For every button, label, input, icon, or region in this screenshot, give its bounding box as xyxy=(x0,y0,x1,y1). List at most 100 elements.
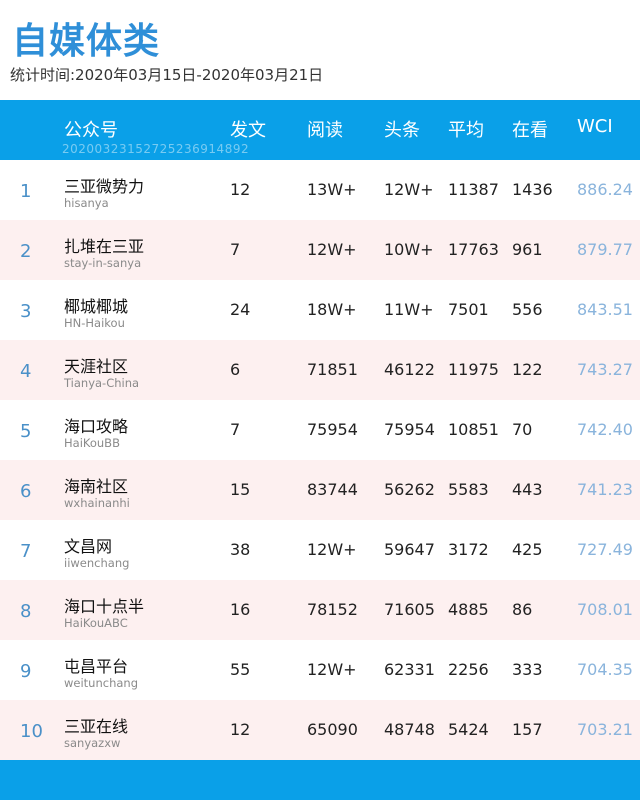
table-row: 9 屯昌平台 weitunchang 55 12W+ 62331 2256 33… xyxy=(0,640,640,700)
reads-cell: 12W+ xyxy=(307,540,357,559)
headline-cell: 75954 xyxy=(384,420,435,439)
average-cell: 2256 xyxy=(448,660,489,679)
header-average: 平均 xyxy=(448,120,484,141)
headline-cell: 11W+ xyxy=(384,300,434,319)
watching-cell: 122 xyxy=(512,360,543,379)
average-cell: 4885 xyxy=(448,600,489,619)
account-handle: HaiKouABC xyxy=(64,616,128,630)
average-cell: 5583 xyxy=(448,480,489,499)
account-handle: sanyazxw xyxy=(64,736,121,750)
rank-cell: 4 xyxy=(20,361,32,382)
table-row: 10 三亚在线 sanyazxw 12 65090 48748 5424 157… xyxy=(0,700,640,760)
watching-cell: 157 xyxy=(512,720,543,739)
rank-cell: 1 xyxy=(20,181,32,202)
headline-cell: 56262 xyxy=(384,480,435,499)
rank-cell: 5 xyxy=(20,421,32,442)
wci-cell: 704.35 xyxy=(577,660,633,679)
average-cell: 11975 xyxy=(448,360,499,379)
reads-cell: 78152 xyxy=(307,600,358,619)
header-headline: 头条 xyxy=(384,120,420,141)
table-row: 4 天涯社区 Tianya-China 6 71851 46122 11975 … xyxy=(0,340,640,400)
account-name: 扎堆在三亚 xyxy=(64,237,145,256)
posts-cell: 7 xyxy=(230,240,241,259)
account-handle: HaiKouBB xyxy=(64,436,120,450)
account-name: 天涯社区 xyxy=(64,357,129,376)
wci-cell: 727.49 xyxy=(577,540,633,559)
footer-bar xyxy=(0,760,640,800)
rank-cell: 6 xyxy=(20,481,32,502)
account-name: 海口十点半 xyxy=(64,597,145,616)
account-name: 文昌网 xyxy=(64,537,113,556)
header-name: 公众号 xyxy=(64,120,118,141)
headline-cell: 71605 xyxy=(384,600,435,619)
average-cell: 5424 xyxy=(448,720,489,739)
watching-cell: 86 xyxy=(512,600,533,619)
posts-cell: 12 xyxy=(230,720,251,739)
header-posts: 发文 xyxy=(230,120,266,141)
page-title: 自媒体类 xyxy=(12,21,161,62)
account-handle: HN-Haikou xyxy=(64,316,125,330)
header-watching: 在看 xyxy=(512,120,548,141)
watching-cell: 425 xyxy=(512,540,543,559)
header-reads: 阅读 xyxy=(307,120,343,141)
table-row: 2 扎堆在三亚 stay-in-sanya 7 12W+ 10W+ 17763 … xyxy=(0,220,640,280)
average-cell: 11387 xyxy=(448,180,499,199)
table-row: 7 文昌网 iiwenchang 38 12W+ 59647 3172 425 … xyxy=(0,520,640,580)
rank-cell: 8 xyxy=(20,601,32,622)
watching-cell: 333 xyxy=(512,660,543,679)
average-cell: 7501 xyxy=(448,300,489,319)
wci-cell: 742.40 xyxy=(577,420,633,439)
reads-cell: 83744 xyxy=(307,480,358,499)
headline-cell: 59647 xyxy=(384,540,435,559)
wci-cell: 843.51 xyxy=(577,300,633,319)
average-cell: 17763 xyxy=(448,240,499,259)
rank-cell: 7 xyxy=(20,541,32,562)
average-cell: 3172 xyxy=(448,540,489,559)
account-name: 三亚微势力 xyxy=(64,177,145,196)
date-range: 统计时间:2020年03月15日-2020年03月21日 xyxy=(10,66,324,84)
posts-cell: 15 xyxy=(230,480,251,499)
reads-cell: 12W+ xyxy=(307,660,357,679)
watching-cell: 556 xyxy=(512,300,543,319)
table-header: 公众号 发文 阅读 头条 平均 在看 WCI 20200323152725236… xyxy=(0,100,640,160)
reads-cell: 12W+ xyxy=(307,240,357,259)
headline-cell: 46122 xyxy=(384,360,435,379)
wci-cell: 703.21 xyxy=(577,720,633,739)
wci-cell: 886.24 xyxy=(577,180,633,199)
posts-cell: 16 xyxy=(230,600,251,619)
account-handle: hisanya xyxy=(64,196,109,210)
watching-cell: 961 xyxy=(512,240,543,259)
posts-cell: 7 xyxy=(230,420,241,439)
table-row: 5 海口攻略 HaiKouBB 7 75954 75954 10851 70 7… xyxy=(0,400,640,460)
table-row: 1 三亚微势力 hisanya 12 13W+ 12W+ 11387 1436 … xyxy=(0,160,640,220)
rank-cell: 10 xyxy=(20,721,43,742)
ranking-table: 1 三亚微势力 hisanya 12 13W+ 12W+ 11387 1436 … xyxy=(0,160,640,760)
table-row: 3 椰城椰城 HN-Haikou 24 18W+ 11W+ 7501 556 8… xyxy=(0,280,640,340)
watching-cell: 70 xyxy=(512,420,533,439)
table-row: 6 海南社区 wxhainanhi 15 83744 56262 5583 44… xyxy=(0,460,640,520)
posts-cell: 38 xyxy=(230,540,251,559)
posts-cell: 24 xyxy=(230,300,251,319)
account-name: 海南社区 xyxy=(64,477,129,496)
rank-cell: 9 xyxy=(20,661,32,682)
account-name: 屯昌平台 xyxy=(64,657,129,676)
posts-cell: 12 xyxy=(230,180,251,199)
headline-cell: 62331 xyxy=(384,660,435,679)
reads-cell: 71851 xyxy=(307,360,358,379)
account-handle: iiwenchang xyxy=(64,556,130,570)
wci-cell: 708.01 xyxy=(577,600,633,619)
posts-cell: 55 xyxy=(230,660,251,679)
account-name: 三亚在线 xyxy=(64,717,129,736)
headline-cell: 10W+ xyxy=(384,240,434,259)
account-handle: wxhainanhi xyxy=(64,496,130,510)
account-handle: weitunchang xyxy=(64,676,139,690)
account-name: 椰城椰城 xyxy=(64,297,129,316)
wci-cell: 879.77 xyxy=(577,240,633,259)
watching-cell: 443 xyxy=(512,480,543,499)
reads-cell: 75954 xyxy=(307,420,358,439)
watching-cell: 1436 xyxy=(512,180,553,199)
rank-cell: 3 xyxy=(20,301,32,322)
account-handle: stay-in-sanya xyxy=(64,256,142,270)
rank-cell: 2 xyxy=(20,241,32,262)
wci-cell: 743.27 xyxy=(577,360,633,379)
